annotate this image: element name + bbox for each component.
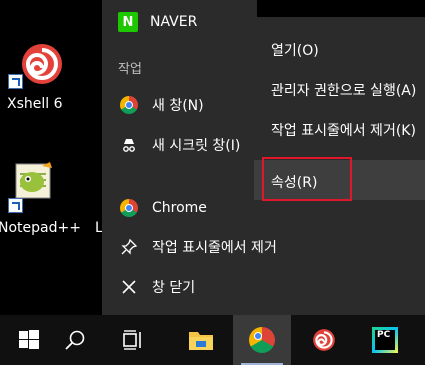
shortcut-arrow-icon <box>8 74 23 89</box>
chrome-icon <box>120 96 138 114</box>
taskbar-xshell[interactable] <box>295 315 353 365</box>
jumplist-task-label: 새 시크릿 창(I) <box>152 138 241 154</box>
jumplist-panel: N NAVER 작업 새 창(N) 새 시크릿 창(I) <box>102 0 257 178</box>
chrome-icon <box>249 327 275 353</box>
ctx-run-as-admin[interactable]: 관리자 권한으로 실행(A) <box>271 80 416 100</box>
jumplist-section-tasks: 작업 <box>118 62 142 77</box>
shortcut-arrow-icon <box>8 198 23 213</box>
search-icon <box>65 330 85 350</box>
incognito-icon <box>118 134 140 156</box>
pycharm-icon: PC <box>372 327 398 353</box>
ctx-unpin-from-taskbar[interactable]: 작업 표시줄에서 제거(K) <box>271 120 416 140</box>
task-view-button[interactable] <box>104 315 162 365</box>
file-explorer-icon <box>189 332 213 350</box>
highlight-box <box>262 157 352 201</box>
xshell-icon <box>313 329 335 351</box>
pycharm-icon-label: PC <box>377 330 391 340</box>
jumplist-task-new-window[interactable]: 새 창(N) <box>102 85 257 125</box>
search-button[interactable] <box>46 315 104 365</box>
xshell-icon <box>22 44 62 84</box>
jumplist-app-label: Chrome <box>152 200 207 216</box>
taskbar-chrome[interactable] <box>233 315 291 365</box>
taskbar-file-explorer[interactable] <box>172 315 230 365</box>
taskbar: PC <box>0 315 425 365</box>
desktop-icon-notepadpp[interactable]: Notepad++ <box>0 150 90 240</box>
naver-icon: N <box>118 12 138 32</box>
chrome-icon <box>120 199 138 217</box>
close-icon <box>118 276 140 298</box>
close-window-button[interactable]: 창 닫기 <box>102 267 425 307</box>
taskbar-pycharm[interactable]: PC <box>356 315 414 365</box>
unpin-from-taskbar-button[interactable]: 작업 표시줄에서 제거 <box>102 227 425 267</box>
desktop-icon-xshell[interactable]: Xshell 6 <box>0 30 90 120</box>
jumplist-task-incognito[interactable]: 새 시크릿 창(I) <box>102 125 257 165</box>
task-view-icon <box>123 330 141 350</box>
unpin-icon <box>118 236 140 258</box>
ctx-open[interactable]: 열기(O) <box>271 40 319 60</box>
desktop-icon-label: Notepad++ <box>0 220 81 236</box>
unpin-label: 작업 표시줄에서 제거 <box>152 240 277 256</box>
close-window-label: 창 닫기 <box>152 280 196 296</box>
jumplist-item-naver[interactable]: N NAVER <box>102 2 257 42</box>
desktop-icon-label: Xshell 6 <box>7 96 63 112</box>
jumplist-item-label: NAVER <box>150 14 198 30</box>
windows-start-icon <box>19 330 39 349</box>
jumplist-task-label: 새 창(N) <box>152 98 204 114</box>
